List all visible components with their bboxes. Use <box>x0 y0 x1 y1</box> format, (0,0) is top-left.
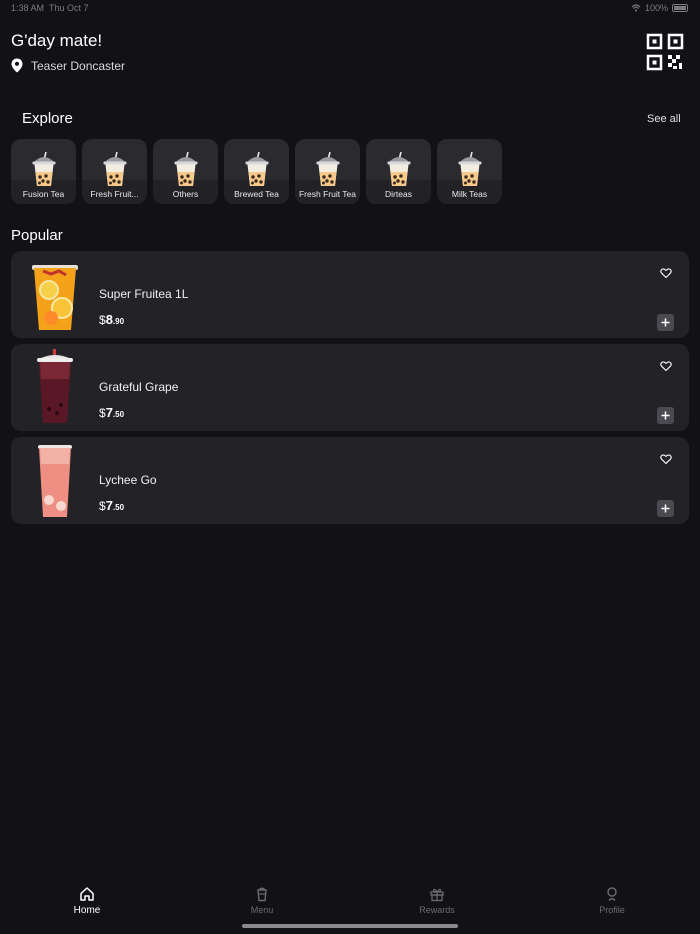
favorite-heart-icon[interactable] <box>660 453 672 465</box>
price-currency: $ <box>99 313 106 327</box>
favorite-heart-icon[interactable] <box>660 360 672 372</box>
super-fruitea-image <box>32 265 78 330</box>
tab-profile-label: Profile <box>599 905 625 915</box>
product-name: Grateful Grape <box>99 380 179 394</box>
bubble-tea-icon <box>316 152 340 186</box>
category-label: Fresh Fruit Tea <box>298 189 356 199</box>
gift-icon <box>430 888 444 902</box>
category-label: Dirteas <box>385 189 412 199</box>
price-currency: $ <box>99 406 106 420</box>
product-image <box>31 256 79 334</box>
category-label: Fusion Tea <box>22 189 65 199</box>
popular-product-card[interactable]: Super Fruitea 1L $8.90 <box>11 251 689 338</box>
product-price: $7.50 <box>99 404 124 422</box>
tab-rewards[interactable]: Rewards <box>392 886 482 915</box>
home-icon <box>80 887 94 901</box>
explore-category-card[interactable]: Milk Teas <box>437 139 502 204</box>
bubble-tea-icon <box>387 152 411 186</box>
store-location-label: Teaser Doncaster <box>31 58 126 73</box>
status-time: 1:38 AM <box>11 3 45 13</box>
category-label: Milk Teas <box>451 189 488 199</box>
see-all-link[interactable]: See all <box>647 113 681 125</box>
favorite-heart-icon[interactable] <box>660 267 672 279</box>
qr-code-icon <box>646 33 684 71</box>
greeting-title: G'day mate! <box>11 31 103 50</box>
tab-rewards-label: Rewards <box>419 905 455 915</box>
popular-title: Popular <box>11 227 63 244</box>
add-to-cart-button[interactable] <box>657 407 674 424</box>
tab-home[interactable]: Home <box>42 886 132 916</box>
price-dollars: 7 <box>105 405 113 420</box>
bubble-tea-icon <box>458 152 482 186</box>
product-name: Super Fruitea 1L <box>99 287 189 301</box>
bubble-tea-icon <box>174 152 198 186</box>
price-currency: $ <box>99 499 106 513</box>
price-dollars: 8 <box>105 312 113 327</box>
price-cents: .50 <box>112 503 125 512</box>
plus-icon <box>661 411 670 420</box>
category-label: Brewed Tea <box>234 189 279 199</box>
wifi-icon <box>631 4 641 12</box>
qr-code-button[interactable] <box>646 33 684 71</box>
explore-category-card[interactable]: Fresh Fruit Tea <box>295 139 360 204</box>
explore-category-card[interactable]: Brewed Tea <box>224 139 289 204</box>
popular-product-card[interactable]: Grateful Grape $7.50 <box>11 344 689 431</box>
tab-profile[interactable]: Profile <box>567 886 657 915</box>
battery-percent: 100% <box>644 3 668 13</box>
category-label: Others <box>172 189 199 199</box>
product-price: $7.50 <box>99 497 124 515</box>
explore-category-card[interactable]: Fresh Fruit... <box>82 139 147 204</box>
status-time-date: 1:38 AM Thu Oct 7 <box>11 3 89 13</box>
location-pin-icon <box>11 58 23 73</box>
home-indicator[interactable] <box>242 924 458 928</box>
add-to-cart-button[interactable] <box>657 500 674 517</box>
popular-product-card[interactable]: Lychee Go $7.50 <box>11 437 689 524</box>
price-cents: .50 <box>112 410 125 419</box>
plus-icon <box>661 318 670 327</box>
price-cents: .90 <box>112 317 125 326</box>
bubble-tea-icon <box>245 152 269 186</box>
product-name: Lychee Go <box>99 473 157 487</box>
tab-home-label: Home <box>73 905 101 916</box>
battery-icon <box>672 4 688 12</box>
grateful-grape-image <box>37 349 73 423</box>
add-to-cart-button[interactable] <box>657 314 674 331</box>
bubble-tea-icon <box>32 152 56 186</box>
product-image <box>31 442 79 520</box>
explore-title: Explore <box>22 110 73 127</box>
status-indicators: 100% <box>631 3 688 13</box>
lychee-go-image <box>38 445 72 517</box>
price-dollars: 7 <box>105 498 113 513</box>
profile-icon <box>607 887 617 901</box>
explore-category-card[interactable]: Dirteas <box>366 139 431 204</box>
status-bar: 1:38 AM Thu Oct 7 100% <box>0 0 700 16</box>
cup-icon <box>257 887 267 902</box>
explore-category-card[interactable]: Fusion Tea <box>11 139 76 204</box>
product-price: $8.90 <box>99 311 124 329</box>
status-date: Thu Oct 7 <box>49 3 89 13</box>
product-image <box>31 349 79 427</box>
explore-categories: Fusion Tea Fresh Fruit... Others Brewed … <box>11 139 502 204</box>
store-location[interactable]: Teaser Doncaster <box>11 58 125 73</box>
category-label: Fresh Fruit... <box>90 189 139 199</box>
plus-icon <box>661 504 670 513</box>
tab-menu[interactable]: Menu <box>217 886 307 915</box>
tab-menu-label: Menu <box>250 905 274 915</box>
bubble-tea-icon <box>103 152 127 186</box>
explore-category-card[interactable]: Others <box>153 139 218 204</box>
